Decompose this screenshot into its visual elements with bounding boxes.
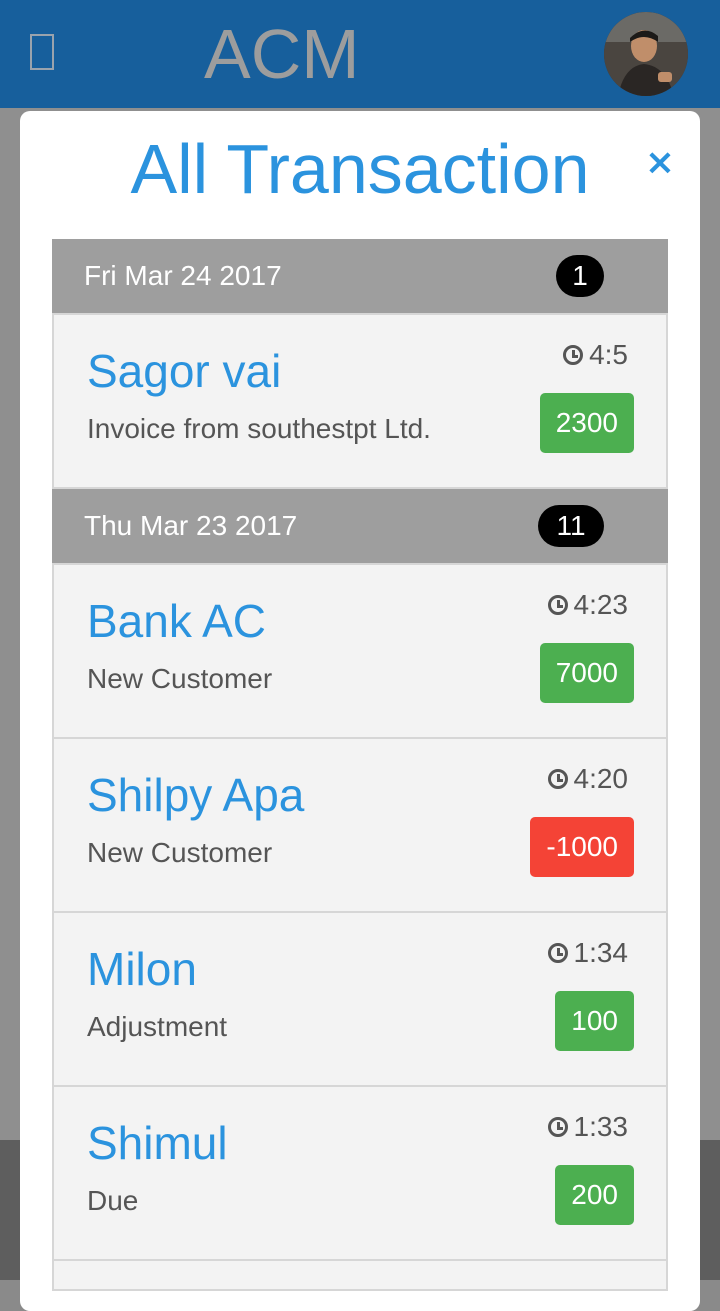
- transaction-time-value: 4:23: [573, 589, 629, 620]
- transaction-description: Invoice from southestpt Ltd.: [87, 413, 431, 444]
- transaction-item[interactable]: Sagor vai Invoice from southestpt Ltd. 4…: [52, 315, 668, 489]
- transaction-list: Fri Mar 24 2017 1 Sagor vai Invoice from…: [52, 239, 668, 1291]
- transaction-name: Bank AC: [87, 595, 266, 647]
- transaction-time: 1:33: [547, 1109, 629, 1145]
- transaction-time-value: 4:20: [573, 763, 629, 794]
- transaction-description: New Customer: [87, 663, 273, 694]
- amount-badge: 7000: [539, 643, 634, 703]
- modal-title: All Transaction: [130, 130, 590, 208]
- amount-badge: -1000: [530, 817, 634, 877]
- day-count-badge: 11: [538, 505, 604, 547]
- transaction-item[interactable]: Bank AC New Customer 4:23 7000: [52, 565, 668, 739]
- transaction-time: 1:34: [547, 935, 629, 971]
- app-title: ACM: [204, 15, 360, 93]
- avatar[interactable]: [604, 12, 688, 96]
- day-date: Thu Mar 23 2017: [84, 510, 298, 541]
- transaction-description: New Customer: [87, 837, 273, 868]
- transaction-time: 4:20: [547, 761, 629, 797]
- transaction-item-partial[interactable]: [52, 1261, 668, 1291]
- amount-badge: 200: [555, 1165, 634, 1225]
- transaction-name: Sagor vai: [87, 345, 282, 397]
- day-date: Fri Mar 24 2017: [84, 260, 282, 291]
- day-count-badge: 1: [556, 255, 604, 297]
- day-header: Fri Mar 24 2017 1: [52, 239, 668, 315]
- clock-icon: [547, 769, 568, 789]
- transaction-item[interactable]: Shilpy Apa New Customer 4:20 -1000: [52, 739, 668, 913]
- clock-icon: [547, 1117, 568, 1137]
- transaction-description: Due: [87, 1185, 139, 1216]
- transaction-time-value: 1:33: [573, 1111, 629, 1142]
- day-header: Thu Mar 23 2017 11: [52, 489, 668, 565]
- transaction-description: Adjustment: [87, 1011, 228, 1042]
- avatar-photo: [604, 12, 688, 96]
- clock-icon: [547, 943, 568, 963]
- transaction-name: Shilpy Apa: [87, 769, 305, 821]
- amount-badge: 2300: [539, 393, 634, 453]
- transaction-item[interactable]: Milon Adjustment 1:34 100: [52, 913, 668, 1087]
- app-bar: ACM: [0, 0, 720, 108]
- transaction-time-value: 4:5: [589, 339, 628, 370]
- transaction-item[interactable]: Shimul Due 1:33 200: [52, 1087, 668, 1261]
- menu-icon[interactable]: [30, 34, 54, 70]
- transaction-time: 4:5: [563, 337, 628, 373]
- transaction-time-value: 1:34: [573, 937, 629, 968]
- close-button[interactable]: ×: [640, 141, 680, 185]
- clock-icon: [563, 345, 584, 365]
- clock-icon: [547, 595, 568, 615]
- transaction-name: Milon: [87, 943, 197, 995]
- transactions-modal: All Transaction × Fri Mar 24 2017 1 Sago…: [20, 111, 700, 1311]
- transaction-name: Shimul: [87, 1117, 228, 1169]
- amount-badge: 100: [555, 991, 634, 1051]
- transaction-time: 4:23: [547, 587, 629, 623]
